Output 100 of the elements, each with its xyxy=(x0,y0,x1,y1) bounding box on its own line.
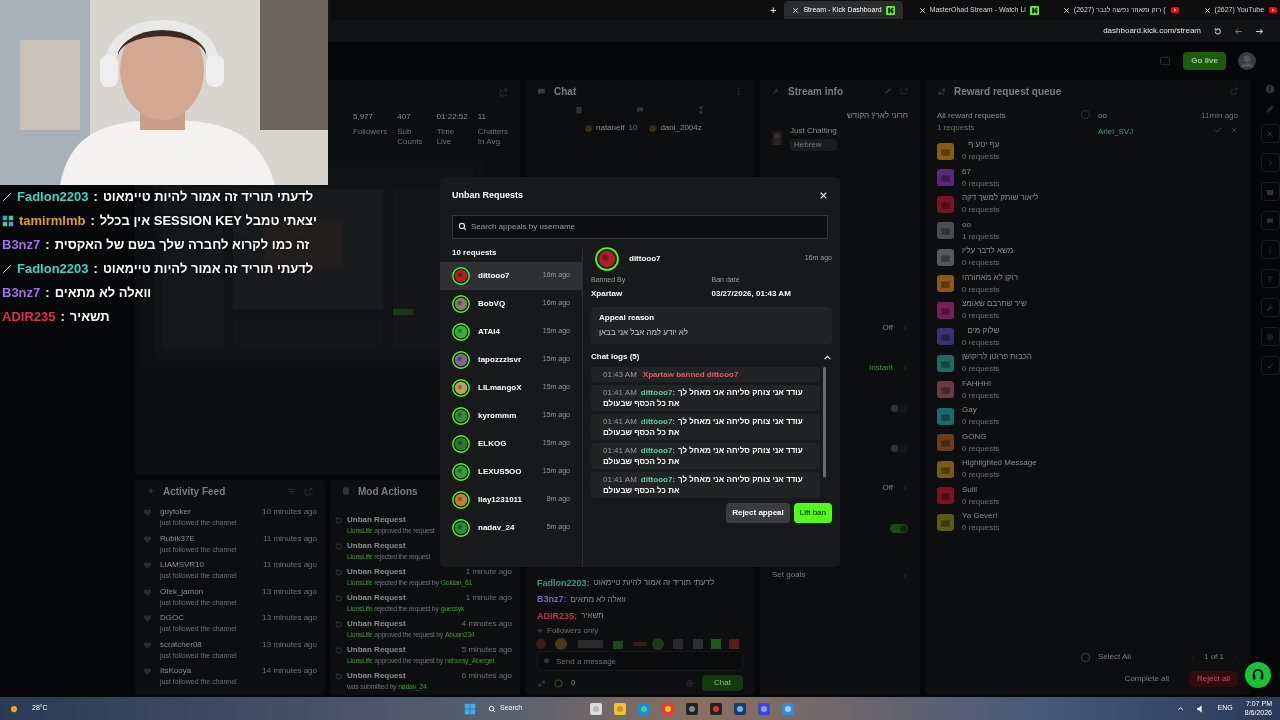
approve-check-icon[interactable] xyxy=(1214,126,1222,134)
chat-username: ADIR235: xyxy=(537,609,577,623)
app-icon[interactable] xyxy=(662,702,674,715)
chevron-up-icon[interactable] xyxy=(1176,705,1184,712)
wrench-icon xyxy=(772,87,780,95)
windows-start-icon[interactable] xyxy=(464,702,476,715)
trash-icon[interactable] xyxy=(575,106,584,114)
action-title: Unban Request xyxy=(347,514,406,526)
category-name: Just Chatting xyxy=(790,125,837,137)
heart-icon xyxy=(143,587,152,597)
reward-item[interactable]: FAHHH! 0 requests xyxy=(937,376,1057,403)
search-icon xyxy=(488,704,496,713)
set-goals-link[interactable]: Set goals xyxy=(772,569,806,581)
go-live-button[interactable]: Go live xyxy=(1183,52,1226,70)
close-icon[interactable] xyxy=(918,6,926,14)
panel-title: Reward request queue xyxy=(954,84,1063,99)
reload-icon[interactable] xyxy=(1213,26,1222,36)
new-tab-button[interactable]: + xyxy=(770,1,777,19)
filter-icon[interactable] xyxy=(287,486,296,496)
app-icon[interactable] xyxy=(638,702,650,715)
stat-label: Followers xyxy=(353,126,388,137)
shapes-icon[interactable] xyxy=(537,678,546,688)
edit-icon[interactable] xyxy=(1265,104,1275,114)
external-link-icon[interactable] xyxy=(900,87,908,95)
pencil-icon xyxy=(2,263,12,274)
avatar-icon[interactable] xyxy=(1238,52,1256,70)
follower-name: guytoker xyxy=(160,506,192,518)
reward-item[interactable]: Ya Gever! 0 requests xyxy=(937,509,1057,536)
avatar-icon xyxy=(452,266,470,285)
gift-icon xyxy=(937,407,954,425)
close-icon[interactable] xyxy=(792,6,800,14)
avatar-icon xyxy=(452,406,470,425)
close-icon[interactable] xyxy=(1203,6,1211,14)
tool-icon xyxy=(1266,129,1274,138)
reward-item[interactable]: Gay 0 requests xyxy=(937,403,1057,430)
tool-icon xyxy=(1266,332,1274,341)
app-icon[interactable] xyxy=(686,702,698,715)
lift-ban-button[interactable]: Lift ban xyxy=(793,503,832,523)
back-arrow-icon[interactable] xyxy=(1234,26,1243,36)
toggle-switch[interactable] xyxy=(890,443,908,453)
app-icon[interactable] xyxy=(758,702,770,715)
reward-item[interactable]: oo 1 requests xyxy=(937,217,1057,244)
app-icon[interactable] xyxy=(782,702,794,715)
heart-icon xyxy=(143,614,152,623)
complete-all-button[interactable]: Complete all xyxy=(1116,671,1178,687)
app-icon[interactable] xyxy=(734,702,746,715)
gift-icon xyxy=(937,142,954,160)
play-logo-icon xyxy=(1268,6,1279,14)
edit-icon[interactable] xyxy=(884,87,892,95)
reject-all-button[interactable]: Reject all xyxy=(1189,671,1238,687)
checkbox[interactable] xyxy=(1081,110,1090,119)
sidebar-tool-button[interactable] xyxy=(1260,182,1280,201)
app-icon[interactable] xyxy=(590,702,602,715)
scrollbar[interactable] xyxy=(823,367,826,479)
activity-time: 13 minutes ago xyxy=(262,638,317,651)
external-link-icon[interactable] xyxy=(304,486,313,496)
panel-title: Chat xyxy=(554,84,578,99)
external-link-icon[interactable] xyxy=(499,88,508,97)
settings-icon[interactable] xyxy=(685,678,695,688)
sidebar-tool-button[interactable] xyxy=(1260,124,1280,143)
sidebar-tool-button[interactable] xyxy=(1260,327,1280,346)
chat-bubble-icon[interactable] xyxy=(636,106,644,114)
app-icon[interactable] xyxy=(710,702,722,715)
stat-value: 407 xyxy=(397,111,412,123)
setting-value: Instant xyxy=(869,362,893,374)
reward-item[interactable]: Sulil 0 requests xyxy=(937,482,1057,509)
gift-icon xyxy=(937,460,954,478)
tool-icon xyxy=(1266,216,1274,225)
reward-item[interactable]: Highlighted Message 0 requests xyxy=(937,456,1057,483)
dialog-title: Unban Requests xyxy=(452,189,523,202)
language-tag: Hebrew xyxy=(790,139,837,151)
reject-close-icon[interactable] xyxy=(1230,126,1238,134)
app-icon[interactable] xyxy=(614,702,626,715)
chevron-up-icon[interactable] xyxy=(823,352,832,362)
reject-appeal-button[interactable]: Reject appeal xyxy=(726,503,790,523)
sidebar-tool-button[interactable] xyxy=(1260,211,1280,230)
stat-value: 5,977 xyxy=(353,111,375,123)
close-icon[interactable] xyxy=(1062,6,1070,14)
send-chat-button[interactable]: Chat xyxy=(702,675,743,691)
external-link-icon[interactable] xyxy=(1230,87,1238,95)
sidebar-tool-button[interactable] xyxy=(1260,356,1280,375)
sidebar-tool-button[interactable] xyxy=(1260,298,1280,317)
search-field[interactable]: Search appeals by username xyxy=(452,214,828,239)
chatter-name: natanelf xyxy=(596,122,625,134)
toggle-switch[interactable] xyxy=(890,403,908,413)
hourglass-icon[interactable] xyxy=(696,106,705,114)
address-bar-url[interactable]: dashboard.kick.com/stream xyxy=(1103,25,1201,37)
reward-item[interactable]: GONG 0 requests xyxy=(937,429,1057,456)
all-rewards-label[interactable]: All reward requests xyxy=(937,110,1057,122)
reward-item[interactable]: 67 0 requests xyxy=(937,164,1057,191)
chat-message: וואלה לא מתאים xyxy=(54,283,152,302)
message-input[interactable]: Send a message xyxy=(537,651,743,671)
sidebar-tool-button[interactable] xyxy=(1260,240,1280,259)
toggle-switch[interactable] xyxy=(890,523,908,533)
forward-arrow-icon[interactable] xyxy=(1255,26,1264,36)
activity-time: 10 minutes ago xyxy=(262,506,317,518)
checkbox[interactable] xyxy=(1081,652,1090,662)
info-icon[interactable] xyxy=(1265,84,1275,94)
close-button[interactable] xyxy=(819,191,828,201)
action-time: 5 minutes ago xyxy=(461,644,512,656)
